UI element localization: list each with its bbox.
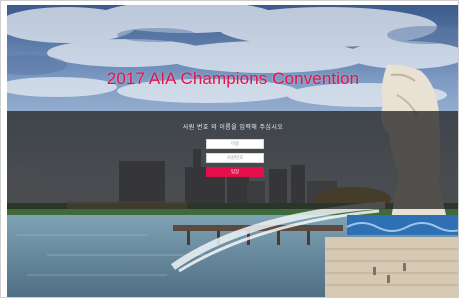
name-input[interactable] <box>206 139 264 149</box>
background-scene: 2017 AIA Champions Convention 사원 번호 와 이름… <box>7 5 458 297</box>
login-instruction: 사원 번호 와 이름을 입력해 주십시오 <box>182 124 284 131</box>
page: 2017 AIA Champions Convention 사원 번호 와 이름… <box>0 0 459 298</box>
employee-number-input[interactable] <box>206 153 264 163</box>
enter-button[interactable]: 입장 <box>206 167 264 177</box>
page-title: 2017 AIA Champions Convention <box>106 69 360 88</box>
